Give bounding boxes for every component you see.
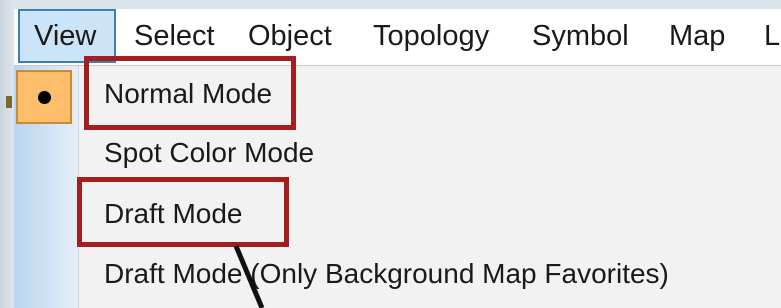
window-frame-left	[0, 0, 14, 308]
menu-view[interactable]: View	[18, 9, 116, 63]
menu-symbol[interactable]: Symbol	[532, 9, 629, 63]
menu-l[interactable]: L	[764, 9, 780, 63]
radio-check-indicator	[16, 70, 72, 124]
toolbar-edge-marker	[6, 96, 12, 108]
radio-dot-icon	[38, 91, 51, 104]
menu-select[interactable]: Select	[134, 9, 215, 63]
menu-option-draft-mode-background-favorites[interactable]: Draft Mode (Only Background Map Favorite…	[104, 254, 669, 294]
menu-object[interactable]: Object	[248, 9, 332, 63]
annotation-box-normal-mode	[84, 56, 296, 130]
window-frame-top	[0, 0, 781, 9]
menu-gutter	[14, 66, 79, 308]
annotation-box-draft-mode	[77, 177, 289, 247]
menu-map[interactable]: Map	[669, 9, 725, 63]
menu-topology[interactable]: Topology	[373, 9, 489, 63]
menu-option-spot-color-mode[interactable]: Spot Color Mode	[104, 133, 314, 173]
